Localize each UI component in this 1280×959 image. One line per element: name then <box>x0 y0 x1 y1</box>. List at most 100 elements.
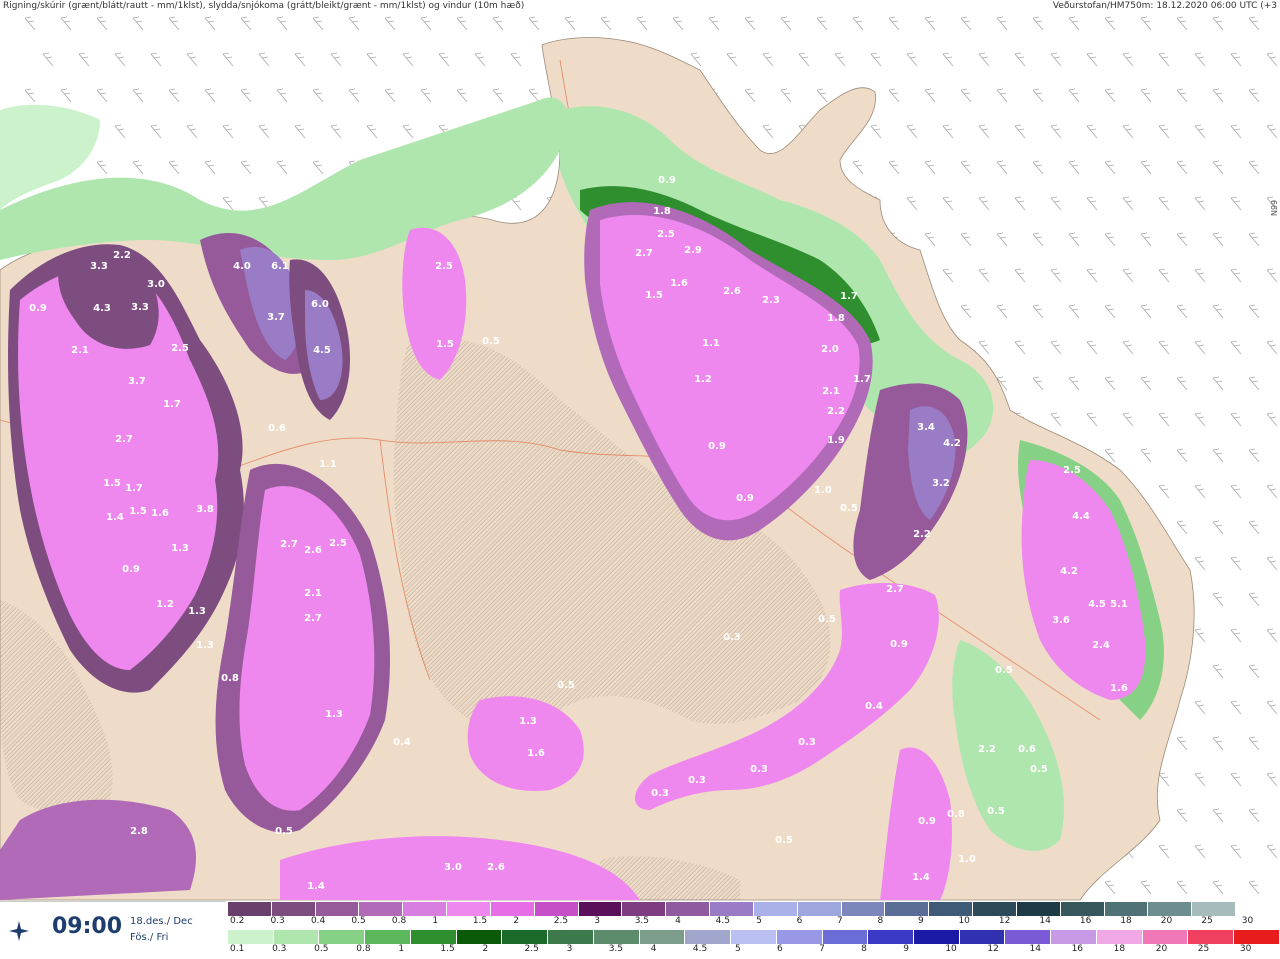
precip-value-label: 0.3 <box>798 737 816 748</box>
scale-label: 9 <box>917 916 924 926</box>
precip-value-label: 1.6 <box>151 508 169 519</box>
precip-value-label: 2.7 <box>304 613 322 624</box>
scale-swatch <box>1192 902 1237 916</box>
precip-value-label: 1.9 <box>827 435 845 446</box>
weather-map: 3.3 2.2 3.0 4.3 3.3 0.9 2.1 2.5 3.7 1.7 2.7 1.5 1.7 1… <box>0 0 1280 901</box>
precip-value-label: 2.1 <box>71 345 89 356</box>
precip-value-label: 2.7 <box>635 248 653 259</box>
scale-label: 1.5 <box>440 944 455 954</box>
scale-swatch <box>548 930 594 944</box>
precip-value-label: 4.4 <box>1072 511 1090 522</box>
scale-swatch <box>1016 902 1061 916</box>
scale-swatch <box>885 902 930 916</box>
scale-label: 8 <box>861 944 867 954</box>
precip-value-label: 0.5 <box>557 680 575 691</box>
precip-value-label: 3.3 <box>90 261 108 272</box>
scale-label: 0.3 <box>272 944 287 954</box>
scale-label: 1 <box>398 944 405 954</box>
scale-swatch <box>578 902 623 916</box>
scale-label: 5 <box>756 916 762 926</box>
scale-swatch <box>776 930 823 944</box>
snow-color-scale <box>228 902 1280 916</box>
precip-value-label: 1.4 <box>106 512 124 523</box>
snow-scale-labels: 0.2 0.3 0.4 0.5 0.8 1 1.5 2 2.5 3 3.5 4 4.5 5 6 7 8 9 10 12… <box>228 916 1280 928</box>
precip-value-label: 1.0 <box>958 854 976 865</box>
precip-value-label: 0.9 <box>658 175 676 186</box>
precip-value-label: 3.8 <box>196 504 214 515</box>
scale-swatch <box>639 930 686 944</box>
scale-label: 20 <box>1160 916 1173 926</box>
scale-label: 12 <box>987 944 999 954</box>
scale-swatch <box>319 930 366 944</box>
precip-value-label: 3.3 <box>131 302 149 313</box>
scale-swatch <box>502 930 549 944</box>
precip-value-label: 0.5 <box>275 826 293 837</box>
precip-value-label: 1.2 <box>694 374 712 385</box>
scale-label: 30 <box>1239 944 1252 954</box>
precip-value-label: 0.9 <box>890 639 908 650</box>
scale-label: 9 <box>903 944 909 954</box>
rain-color-scale <box>228 930 1280 944</box>
precip-value-label: 2.1 <box>822 386 840 397</box>
scale-label: 0.1 <box>230 944 245 954</box>
precip-value-label: 0.8 <box>947 809 965 820</box>
precip-value-label: 3.6 <box>1052 615 1070 626</box>
scale-swatch <box>797 902 842 916</box>
precip-value-label: 2.5 <box>1063 465 1081 476</box>
scale-label: 10 <box>945 944 957 954</box>
scale-label: 2.5 <box>553 916 569 926</box>
precip-value-label: 2.5 <box>329 538 347 549</box>
scale-label: 0.8 <box>391 916 407 926</box>
precip-value-label: 1.3 <box>188 606 206 617</box>
scale-swatch <box>403 902 448 916</box>
precip-value-label: 2.5 <box>657 229 675 240</box>
scale-label: 6 <box>796 916 803 926</box>
precip-value-label: 0.9 <box>918 816 936 827</box>
scale-swatch <box>973 902 1017 916</box>
vedurstofan-logo-icon <box>9 921 29 941</box>
precip-value-label: 3.2 <box>932 478 950 489</box>
scale-swatch <box>490 902 535 916</box>
scale-label: 7 <box>837 916 843 926</box>
precip-value-label: 2.4 <box>1092 640 1110 651</box>
scale-swatch <box>1234 930 1280 944</box>
scale-label: 1.5 <box>472 916 488 926</box>
scale-swatch <box>822 930 869 944</box>
precip-value-label: 0.5 <box>840 503 858 514</box>
precip-value-label: 0.9 <box>29 303 47 314</box>
scale-swatch <box>959 930 1006 944</box>
scale-label: 0.3 <box>270 916 285 926</box>
scale-swatch <box>868 930 915 944</box>
scale-swatch <box>1104 902 1149 916</box>
precip-value-label: 3.7 <box>128 376 146 387</box>
scale-swatch <box>1148 902 1193 916</box>
precip-value-label: 2.6 <box>487 862 505 873</box>
scale-label: 5 <box>734 944 741 954</box>
precip-value-label: 2.6 <box>723 286 741 297</box>
scale-swatch <box>410 930 457 944</box>
scale-label: 18 <box>1113 944 1126 954</box>
precip-value-label: 1.8 <box>827 313 845 324</box>
scale-label: 3.5 <box>608 944 624 954</box>
precip-value-label: 3.0 <box>147 279 165 290</box>
scale-label: 3.5 <box>634 916 650 926</box>
precip-value-label: 0.3 <box>688 775 706 786</box>
precip-value-label: 1.1 <box>319 459 337 470</box>
precip-value-label: 1.5 <box>645 290 663 301</box>
scale-label: 1 <box>432 916 439 926</box>
precip-value-label: 1.3 <box>519 716 537 727</box>
precip-value-label: 0.4 <box>393 737 411 748</box>
precip-value-label: 0.6 <box>268 423 286 434</box>
scale-label: 4.5 <box>692 944 708 954</box>
scale-label: 16 <box>1071 944 1084 954</box>
scale-swatch <box>1188 930 1235 944</box>
precip-value-label: 2.5 <box>435 261 453 272</box>
precip-value-label: 1.7 <box>125 483 143 494</box>
scale-swatch <box>228 902 272 916</box>
precip-value-label: 2.7 <box>115 434 133 445</box>
scale-label: 0.8 <box>356 944 371 954</box>
precip-value-label: 1.4 <box>912 872 930 883</box>
scale-label: 0.2 <box>230 916 245 926</box>
precip-value-label: 0.9 <box>736 493 754 504</box>
precip-value-label: 0.9 <box>122 564 140 575</box>
